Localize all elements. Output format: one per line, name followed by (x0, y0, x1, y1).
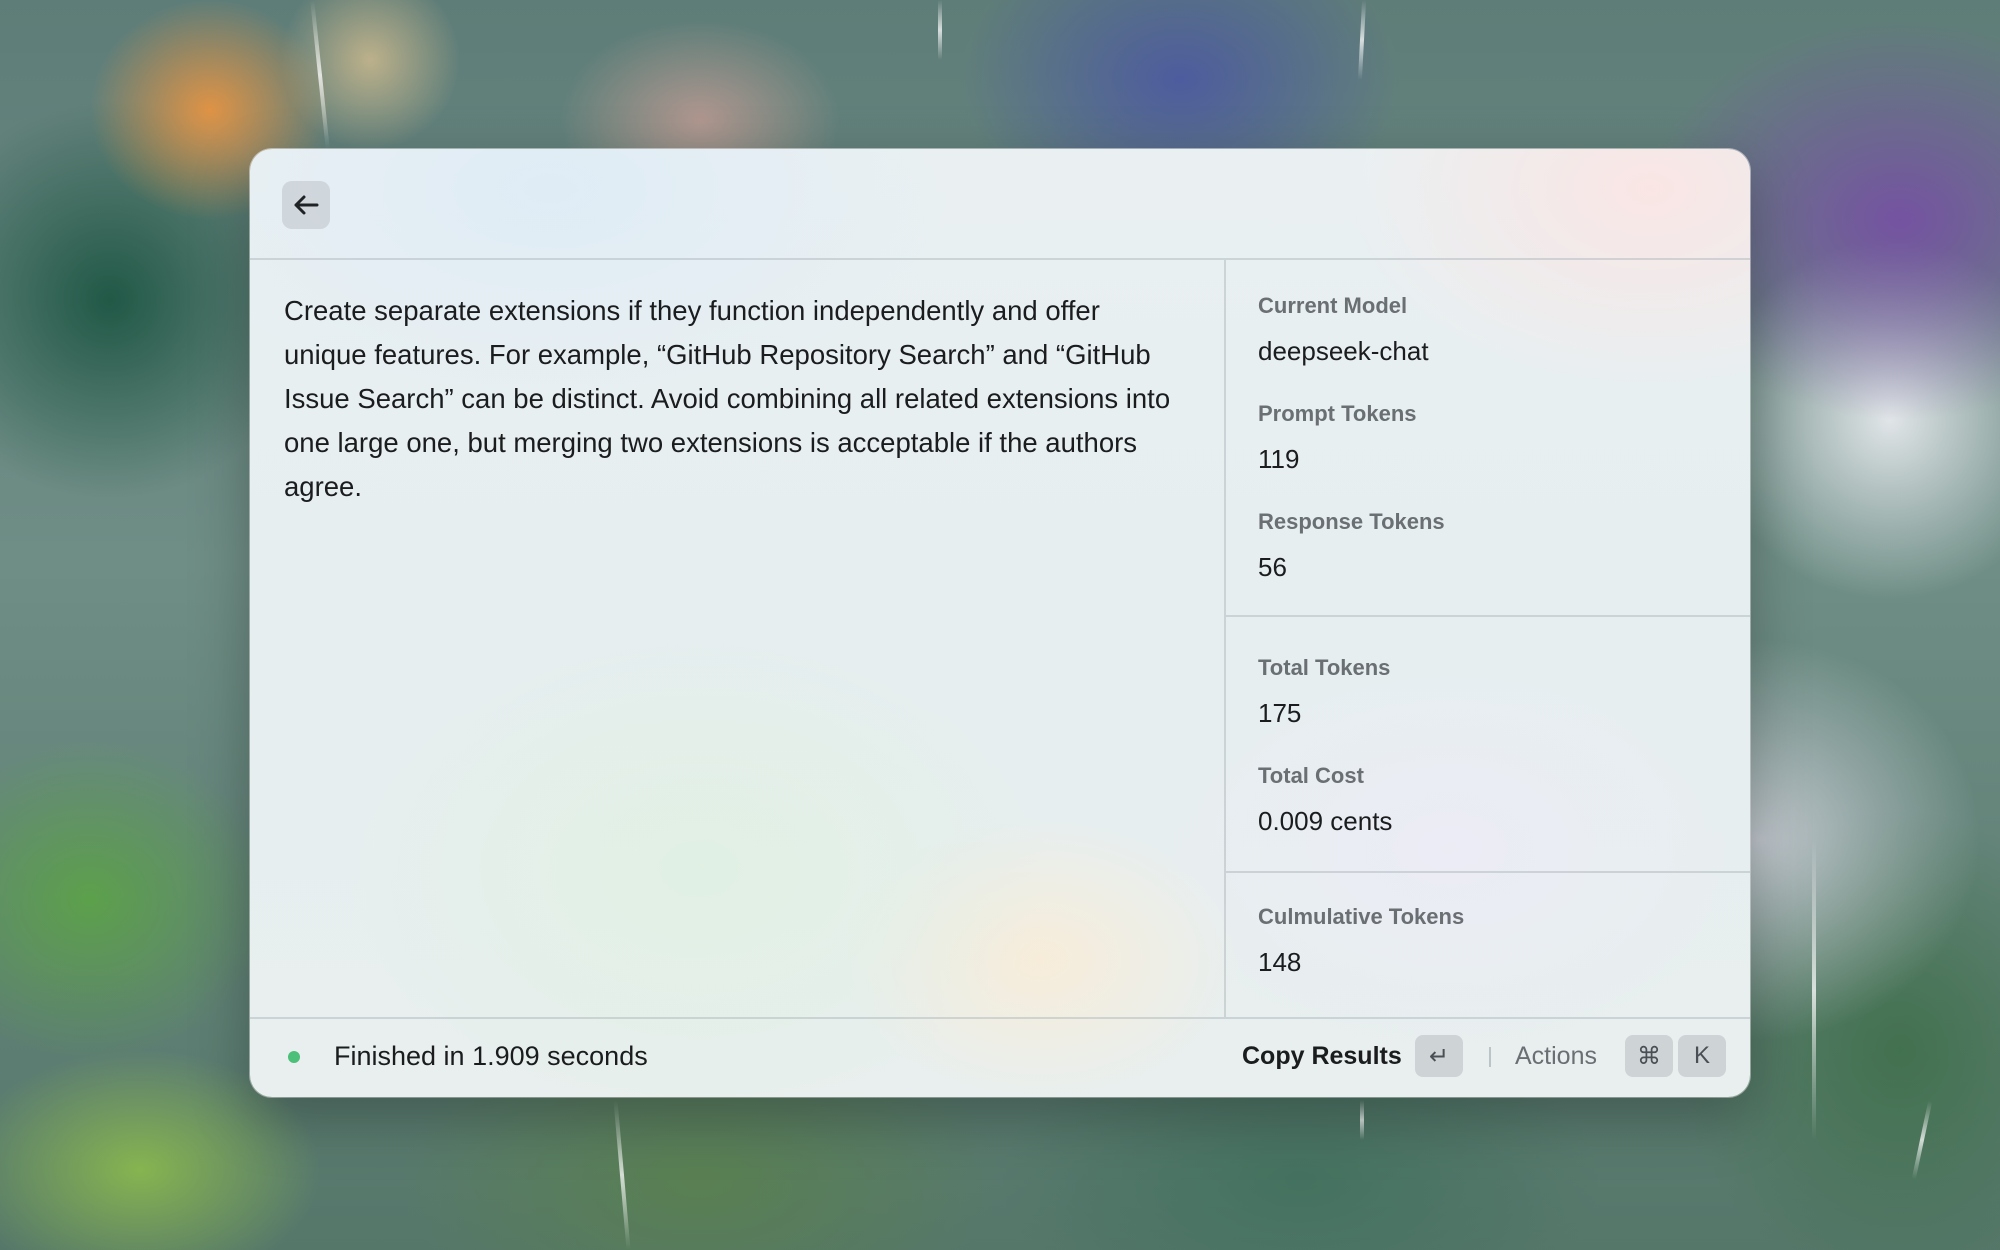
status-text: Finished in 1.909 seconds (334, 1041, 648, 1071)
total-tokens-value: 175 (1258, 698, 1302, 728)
current-model-label: Current Model (1258, 293, 1408, 318)
total-cost-label: Total Cost (1258, 763, 1364, 788)
total-cost-value: 0.009 cents (1258, 806, 1393, 836)
prompt-tokens-label: Prompt Tokens (1258, 401, 1417, 426)
arrow-left-icon (294, 195, 319, 215)
cumulative-tokens-label: Culmulative Tokens (1258, 904, 1465, 929)
model-section: Current Model deepseek-chat Prompt Token… (1226, 260, 1750, 617)
command-key-icon[interactable]: ⌘ (1625, 1035, 1673, 1077)
window-header (250, 149, 1750, 260)
background-streak (1360, 1100, 1364, 1140)
background-streak (1812, 840, 1816, 1140)
enter-key-icon[interactable]: ↵ (1415, 1035, 1463, 1077)
cumulative-tokens-value: 148 (1258, 947, 1302, 977)
metadata-panel: Current Model deepseek-chat Prompt Token… (1224, 260, 1750, 1017)
action-bar: Finished in 1.909 seconds Copy Results ↵… (250, 1017, 1750, 1097)
prompt-tokens-value: 119 (1258, 444, 1300, 474)
status-indicator (288, 1051, 300, 1063)
action-divider (1489, 1047, 1491, 1067)
total-tokens-label: Total Tokens (1258, 655, 1391, 680)
background-streak (1357, 0, 1367, 81)
result-text: Create separate extensions if they funct… (284, 295, 1171, 502)
background-streak (310, 0, 330, 150)
background-streak (613, 1100, 631, 1250)
response-tokens-value: 56 (1258, 552, 1287, 582)
response-tokens-label: Response Tokens (1258, 509, 1445, 534)
background-streak (1911, 1100, 1933, 1180)
copy-results-button[interactable]: Copy Results (1242, 1042, 1402, 1071)
actions-button[interactable]: Actions (1515, 1042, 1597, 1071)
totals-section: Total Tokens 175 Total Cost 0.009 cents (1226, 617, 1750, 873)
k-key-icon[interactable]: K (1678, 1035, 1726, 1077)
cumulative-section: Culmulative Tokens 148 (1226, 873, 1750, 1017)
current-model-value: deepseek-chat (1258, 336, 1429, 366)
background-streak (938, 0, 942, 60)
back-button[interactable] (282, 181, 330, 229)
desktop-background: Create separate extensions if they funct… (0, 0, 2000, 1250)
results-window: Create separate extensions if they funct… (250, 149, 1750, 1097)
